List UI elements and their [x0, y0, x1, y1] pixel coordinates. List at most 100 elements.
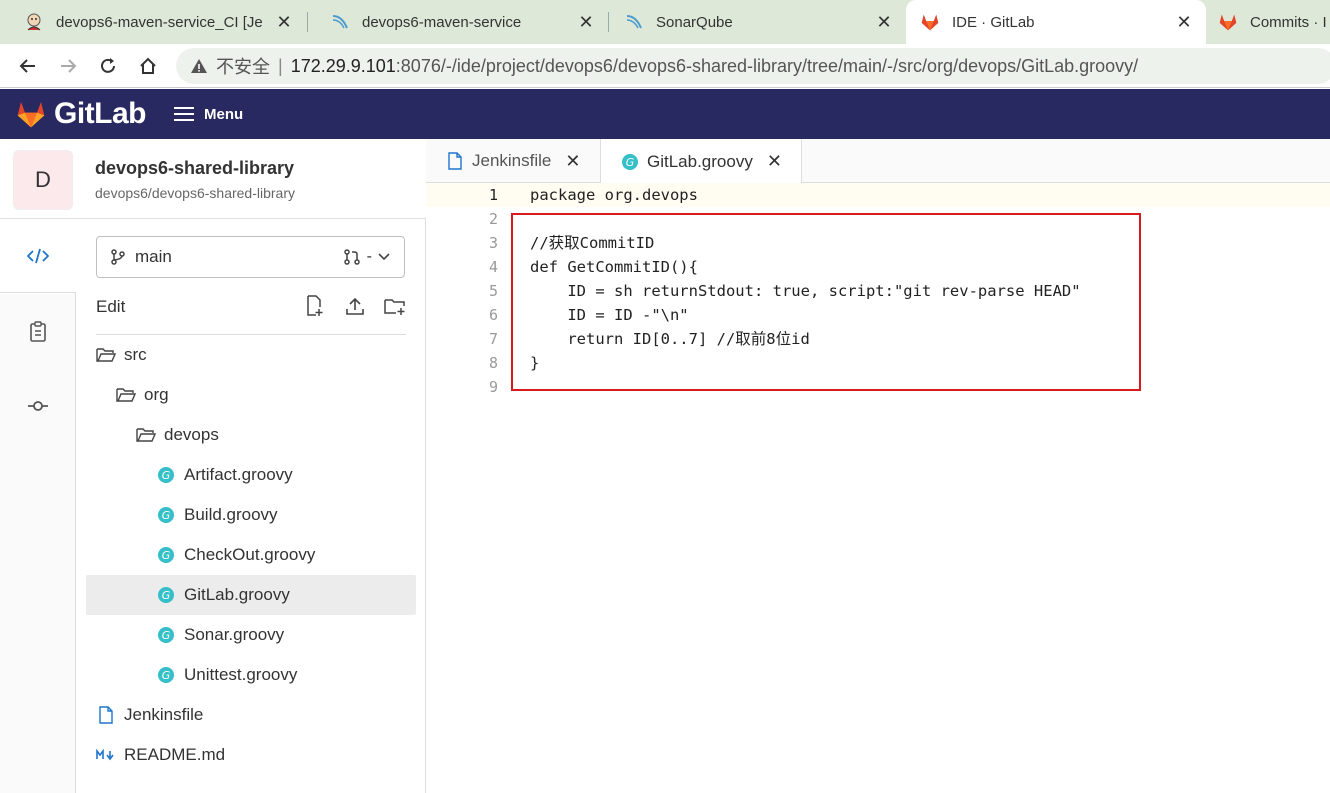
editor-tab-label: GitLab.groovy: [647, 151, 753, 171]
svg-text:G: G: [162, 549, 171, 562]
tree-item-label: Build.groovy: [184, 505, 278, 524]
close-icon[interactable]: ✕: [565, 151, 580, 172]
new-file-button[interactable]: [304, 295, 326, 317]
svg-text:G: G: [162, 589, 171, 602]
browser-tab-label: SonarQube: [656, 13, 733, 31]
address-separator: |: [278, 55, 283, 76]
branch-selector[interactable]: main -: [96, 236, 405, 278]
close-icon[interactable]: ✕: [576, 12, 596, 32]
tree-item-label: src: [124, 345, 147, 364]
tree-item-label: Sonar.groovy: [184, 625, 285, 644]
browser-tab-label: Commits · I: [1250, 13, 1327, 31]
file-tree-panel: main - Edit src org devops G Artifact.gr…: [76, 219, 426, 793]
upload-icon: [346, 297, 364, 315]
chevron-down-icon: [378, 253, 390, 261]
editor-tab-jenkinsfile[interactable]: Jenkinsfile ✕: [426, 139, 600, 183]
folder-open-icon: [136, 425, 156, 445]
tree-item-label: devops: [164, 425, 219, 444]
browser-tab-sonarqube[interactable]: SonarQube ✕: [600, 0, 906, 44]
close-icon[interactable]: ✕: [1174, 12, 1194, 32]
edit-label: Edit: [96, 297, 126, 316]
tree-item-devops[interactable]: devops: [86, 415, 416, 455]
line-number: 6: [488, 306, 498, 324]
folder-open-icon: [96, 345, 116, 365]
line-number: 5: [488, 282, 498, 300]
tree-item-label: GitLab.groovy: [184, 585, 290, 604]
tree-item-src[interactable]: src: [86, 335, 416, 375]
sonarqube-icon: [624, 12, 644, 32]
browser-tab-maven-service[interactable]: devops6-maven-service ✕: [306, 0, 608, 44]
line-number: 1: [488, 186, 498, 204]
gitlab-wordmark: GitLab: [54, 97, 147, 130]
editor-tabs: Jenkinsfile ✕ G GitLab.groovy ✕: [426, 139, 1330, 184]
tree-item-jenkinsfile[interactable]: Jenkinsfile: [86, 695, 416, 735]
tree-item-label: Unittest.groovy: [184, 665, 298, 684]
ide-activity-bar: [0, 219, 76, 793]
tree-item-org[interactable]: org: [86, 375, 416, 415]
new-file-icon: [307, 295, 323, 316]
editor-tab-label: Jenkinsfile: [472, 151, 552, 170]
gitlab-logo[interactable]: GitLab: [14, 97, 147, 131]
project-name[interactable]: devops6-shared-library: [95, 158, 294, 179]
tree-item-label: README.md: [124, 745, 226, 764]
editor-area: Jenkinsfile ✕ G GitLab.groovy ✕ 1 packag…: [426, 139, 1330, 793]
line-number: 9: [488, 378, 498, 396]
home-button[interactable]: [136, 54, 160, 78]
warning-icon: [190, 57, 208, 75]
markdown-icon: [96, 745, 116, 765]
menu-label: Menu: [204, 105, 244, 123]
gitlab-icon: [920, 12, 940, 32]
tree-item-label: org: [144, 385, 169, 404]
hamburger-icon: [174, 107, 194, 121]
close-icon[interactable]: ✕: [767, 151, 782, 172]
groovy-icon: G: [621, 153, 639, 171]
review-mode-button[interactable]: [0, 295, 76, 369]
address-bar[interactable]: 不安全 | 172.29.9.101 :8076/-/ide/project/d…: [176, 48, 1330, 84]
reload-button[interactable]: [96, 54, 120, 78]
new-directory-button[interactable]: [384, 295, 406, 317]
groovy-icon: G: [156, 665, 176, 685]
file-tree: src org devops G Artifact.groovy G Build…: [86, 335, 416, 775]
project-avatar[interactable]: D: [13, 150, 73, 210]
tree-toolbar: Edit: [96, 295, 406, 335]
tree-item-sonar-groovy[interactable]: G Sonar.groovy: [86, 615, 416, 655]
tree-item-unittest-groovy[interactable]: G Unittest.groovy: [86, 655, 416, 695]
browser-tab-label: IDE · GitLab: [952, 13, 1035, 31]
annotation-highlight-box: [511, 213, 1141, 391]
commit-mode-button[interactable]: [0, 369, 76, 443]
merge-request-selector[interactable]: -: [343, 248, 390, 266]
upload-file-button[interactable]: [344, 295, 366, 317]
editor-tab-gitlab-groovy[interactable]: G GitLab.groovy ✕: [600, 139, 802, 184]
sonarqube-icon: [330, 12, 350, 32]
back-button[interactable]: [16, 54, 40, 78]
tree-item-label: Jenkinsfile: [124, 705, 204, 724]
groovy-icon: G: [156, 545, 176, 565]
code-line: 1 package org.devops: [426, 183, 1330, 207]
tree-item-checkout-groovy[interactable]: G CheckOut.groovy: [86, 535, 416, 575]
close-icon[interactable]: ✕: [274, 12, 294, 32]
tree-item-readme[interactable]: README.md: [86, 735, 416, 775]
browser-tab-gitlab-ide[interactable]: IDE · GitLab ✕: [906, 0, 1206, 44]
groovy-icon: G: [156, 585, 176, 605]
close-icon[interactable]: ✕: [874, 12, 894, 32]
browser-tab-jenkins[interactable]: devops6-maven-service_CI [Je ✕: [0, 0, 306, 44]
groovy-icon: G: [156, 505, 176, 525]
tree-item-gitlab-groovy[interactable]: G GitLab.groovy: [86, 575, 416, 615]
branch-name: main: [135, 247, 172, 266]
jenkins-icon: [24, 12, 44, 32]
insecure-label: 不安全: [216, 57, 270, 77]
tree-item-build-groovy[interactable]: G Build.groovy: [86, 495, 416, 535]
branch-icon: [109, 248, 127, 266]
svg-text:G: G: [162, 469, 171, 482]
tree-item-artifact-groovy[interactable]: G Artifact.groovy: [86, 455, 416, 495]
browser-tab-commits[interactable]: Commits · I: [1206, 0, 1330, 44]
forward-button[interactable]: [56, 54, 80, 78]
groovy-icon: G: [156, 625, 176, 645]
edit-mode-button[interactable]: [0, 219, 76, 293]
code-editor[interactable]: 1 package org.devops 2 3 //获取CommitID 4 …: [426, 183, 1330, 793]
browser-tab-label: devops6-maven-service_CI [Je: [56, 13, 263, 31]
gitlab-navbar: GitLab Menu: [0, 89, 1330, 139]
menu-button[interactable]: Menu: [174, 106, 243, 123]
project-path: devops6/devops6-shared-library: [95, 185, 295, 201]
svg-text:G: G: [162, 509, 171, 522]
